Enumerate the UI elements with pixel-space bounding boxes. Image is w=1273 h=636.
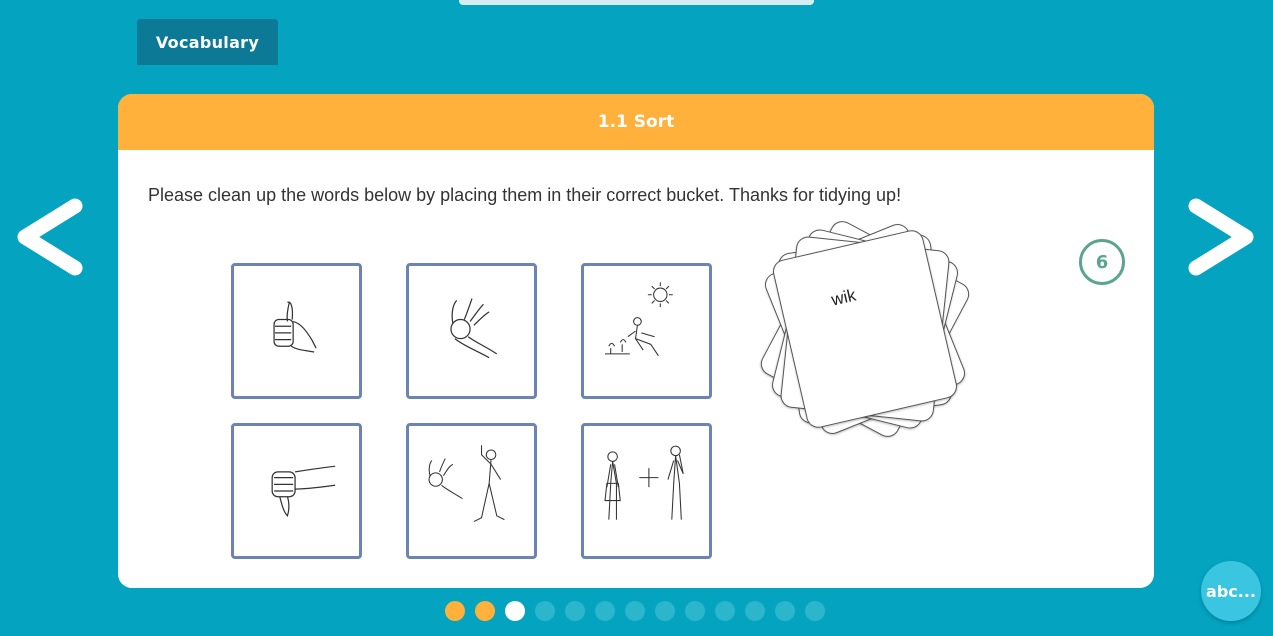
bucket-ok-hand-man-walking[interactable] (406, 423, 537, 559)
page-dot[interactable] (535, 601, 555, 621)
page-dot[interactable] (445, 601, 465, 621)
bucket-ok-hand[interactable] (406, 263, 537, 399)
ok-hand-icon (450, 298, 498, 359)
pagination-dots (445, 601, 825, 623)
page-dot[interactable] (685, 601, 705, 621)
thumbs-down-icon (271, 465, 336, 517)
page-dot[interactable] (475, 601, 495, 621)
page-dot[interactable] (565, 601, 585, 621)
current-word: wik (829, 285, 858, 310)
page-dot[interactable] (715, 601, 735, 621)
vocabulary-tab[interactable]: Vocabulary (137, 19, 278, 65)
bucket-thumbs-down[interactable] (231, 423, 362, 559)
previous-arrow-icon[interactable] (13, 196, 85, 278)
page-dot[interactable] (595, 601, 615, 621)
page-dot[interactable] (775, 601, 795, 621)
next-arrow-icon[interactable] (1186, 196, 1258, 278)
page-dot[interactable] (805, 601, 825, 621)
word-card-deck[interactable]: wik (756, 216, 974, 442)
instructions-text: Please clean up the words below by placi… (148, 185, 902, 205)
activity-title: 1.1 Sort (118, 94, 1154, 150)
remaining-count-badge: 6 (1079, 239, 1125, 285)
bucket-woman-sunbathing[interactable] (581, 263, 712, 399)
bucket-woman-plus-man[interactable] (581, 423, 712, 559)
ok-hand-man-walking-icon (428, 445, 505, 523)
woman-plus-man-icon (604, 445, 684, 520)
abc-button[interactable]: abc... (1201, 561, 1261, 621)
page-dot[interactable] (505, 601, 525, 621)
page-dot[interactable] (625, 601, 645, 621)
page-dot[interactable] (745, 601, 765, 621)
bucket-thumbs-up[interactable] (231, 263, 362, 399)
thumbs-up-icon (273, 301, 317, 353)
page-dot[interactable] (655, 601, 675, 621)
activity-card: 1.1 Sort Please clean up the words below… (118, 94, 1154, 588)
top-progress-bar (459, 0, 814, 5)
woman-sunbathing-icon (604, 282, 673, 357)
